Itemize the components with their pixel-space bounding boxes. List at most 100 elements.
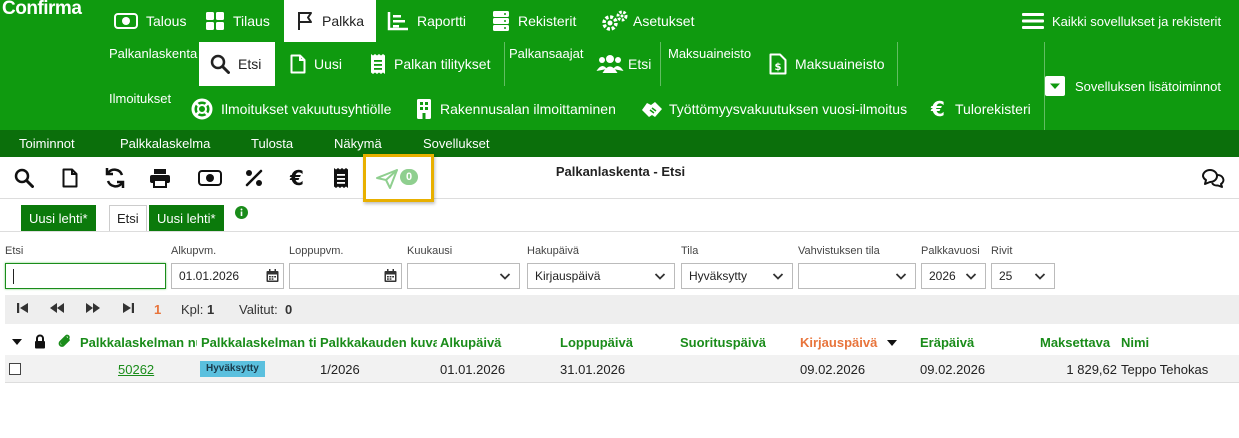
sub-uusi-button[interactable]: Uusi [290,42,342,86]
sub-etsi-button[interactable]: Etsi [199,42,275,86]
page-tab-etsi[interactable]: Etsi [109,205,147,231]
rows-select[interactable]: 25 [991,263,1055,289]
attachment-icon[interactable] [57,334,72,349]
menu-palkkalaskelma[interactable]: Palkkalaskelma [120,136,210,151]
filter-label-rivit: Rivit [991,245,1013,257]
column-header-kirjauspaiva[interactable]: Kirjauspäivä [800,335,885,350]
tab-talous[interactable]: Talous [114,0,186,42]
tab-asetukset[interactable]: Asetukset [601,0,694,42]
toolbar-chat-button[interactable] [1200,166,1226,190]
menu-tulosta[interactable]: Tulosta [251,136,293,151]
sub-vakuutus-button[interactable]: Ilmoitukset vakuutusyhtiölle [191,87,391,131]
filter-label-vahvistus: Vahvistuksen tila [798,245,880,257]
tab-label: Rekisterit [518,13,577,29]
page-title: Palkanlaskenta - Etsi [555,164,686,179]
first-page-button[interactable] [17,302,29,314]
calendar-icon[interactable] [266,269,279,283]
column-header-alkupaiva[interactable]: Alkupäivä [440,335,556,350]
current-page[interactable]: 1 [154,302,161,317]
sub-label: Työttömyysvakuutuksen vuosi-ilmoitus [669,101,908,117]
next-page-button[interactable] [85,302,101,314]
column-header-nimi[interactable]: Nimi [1121,335,1239,350]
new-document-icon [290,54,306,74]
cell-alkupaiva: 01.01.2026 [440,362,506,377]
cell-erapaiva: 09.02.2026 [920,362,986,377]
last-page-button[interactable] [122,302,134,314]
status-select[interactable]: Hyväksytty [681,263,793,289]
separator [897,42,898,86]
search-date-type-select[interactable]: Kirjauspäivä [527,263,675,289]
flag-icon [296,11,314,31]
lock-icon[interactable] [34,334,46,349]
column-header-tila[interactable]: Palkkalaskelman tila [201,335,317,350]
app-extra-actions-button[interactable]: Sovelluksen lisätoiminnot [1044,64,1221,108]
page-tab-uusi-lehti-2[interactable]: Uusi lehti* [149,205,224,231]
tab-label: Palkka [322,13,365,29]
calendar-icon[interactable] [384,269,397,283]
svg-text:€: € [930,98,945,120]
group-palkanlaskenta: Palkanlaskenta [109,46,198,61]
sort-desc-icon[interactable] [887,339,897,347]
filter-label-hakupaiva: Hakupäivä [527,245,579,257]
all-apps-label: Kaikki sovellukset ja rekisterit [1052,13,1222,29]
divider [0,231,1239,232]
grid-icon [205,11,225,31]
tab-tilaus[interactable]: Tilaus [205,0,270,42]
column-header-maksettava[interactable]: Maksettava [1040,335,1119,350]
sub-label: Palkan tilitykset [394,56,491,72]
column-header-suorituspaiva[interactable]: Suorituspäivä [680,335,796,350]
menu-nakyma[interactable]: Näkymä [334,136,382,151]
sub-rakennus-button[interactable]: Rakennusalan ilmoittaminen [416,87,616,131]
payslip-number-link[interactable]: 50262 [118,362,154,377]
column-header-erapaiva[interactable]: Eräpäivä [920,335,1036,350]
tab-raportti[interactable]: Raportti [387,0,466,42]
confirmation-status-select[interactable] [798,263,916,289]
selected-label: Valitut: [239,302,278,317]
all-apps-button[interactable]: Kaikki sovellukset ja rekisterit [1022,0,1221,42]
pay-year-select[interactable]: 2026 [921,263,986,289]
money-icon [114,13,138,29]
tab-rekisterit[interactable]: Rekisterit [492,0,576,42]
prev-page-button[interactable] [49,302,65,314]
sub-maksuaineisto-button[interactable]: $ Maksuaineisto [769,42,885,86]
filter-label-kuukausi: Kuukausi [407,245,453,257]
search-input[interactable] [5,263,166,289]
filter-label-tila: Tila [681,245,699,257]
column-header-loppupaiva[interactable]: Loppupäivä [560,335,676,350]
menu-sovellukset[interactable]: Sovellukset [423,136,489,151]
separator [660,42,661,86]
info-icon[interactable] [235,206,248,219]
sub-tyottomyys-button[interactable]: Työttömyysvakuutuksen vuosi-ilmoitus [640,87,907,131]
search-date-type-value: Kirjauspäivä [535,269,601,283]
payment-file-icon: $ [769,53,787,75]
column-menu-icon[interactable] [12,338,22,346]
filter-label-loppupvm: Loppupvm. [289,245,344,257]
month-select[interactable] [407,263,520,289]
sub-palkansaajat-etsi-button[interactable]: Etsi [596,42,651,86]
menu-toiminnot[interactable]: Toiminnot [19,136,75,151]
cell-kirjauspaiva: 09.02.2026 [800,362,866,377]
database-icon [492,10,510,32]
start-date-field[interactable]: 01.01.2026 [171,263,284,289]
sub-tulorekisteri-button[interactable]: € Tulorekisteri [929,87,1033,131]
sub-tilitykset-button[interactable]: Palkan tilitykset [370,42,490,86]
separator [504,42,505,86]
cell-loppupaiva: 31.01.2026 [560,362,626,377]
end-date-field[interactable] [289,263,402,289]
text-cursor [13,268,14,284]
start-date-value: 01.01.2026 [179,269,240,283]
building-icon [416,98,432,120]
filter-label-alkupvm: Alkupvm. [171,245,217,257]
row-checkbox[interactable] [9,363,21,375]
chevron-down-icon [772,270,784,282]
column-header-kausi[interactable]: Palkkakauden kuvaus [320,335,437,350]
app-header: Confirma Talous Tilaus Palkka Raportti R… [0,0,1239,130]
sub-label: Tulorekisteri [955,101,1031,117]
column-header-numero[interactable]: Palkkalaskelman numero [80,335,197,350]
status-select-value: Hyväksytty [689,269,748,283]
app-extra-actions-label: Sovelluksen lisätoiminnot [1075,78,1221,94]
tab-palkka[interactable]: Palkka [284,0,376,42]
sub-label: Uusi [314,56,343,72]
page-tab-uusi-lehti-1[interactable]: Uusi lehti* [21,205,96,231]
count-label: Kpl: [181,302,204,317]
